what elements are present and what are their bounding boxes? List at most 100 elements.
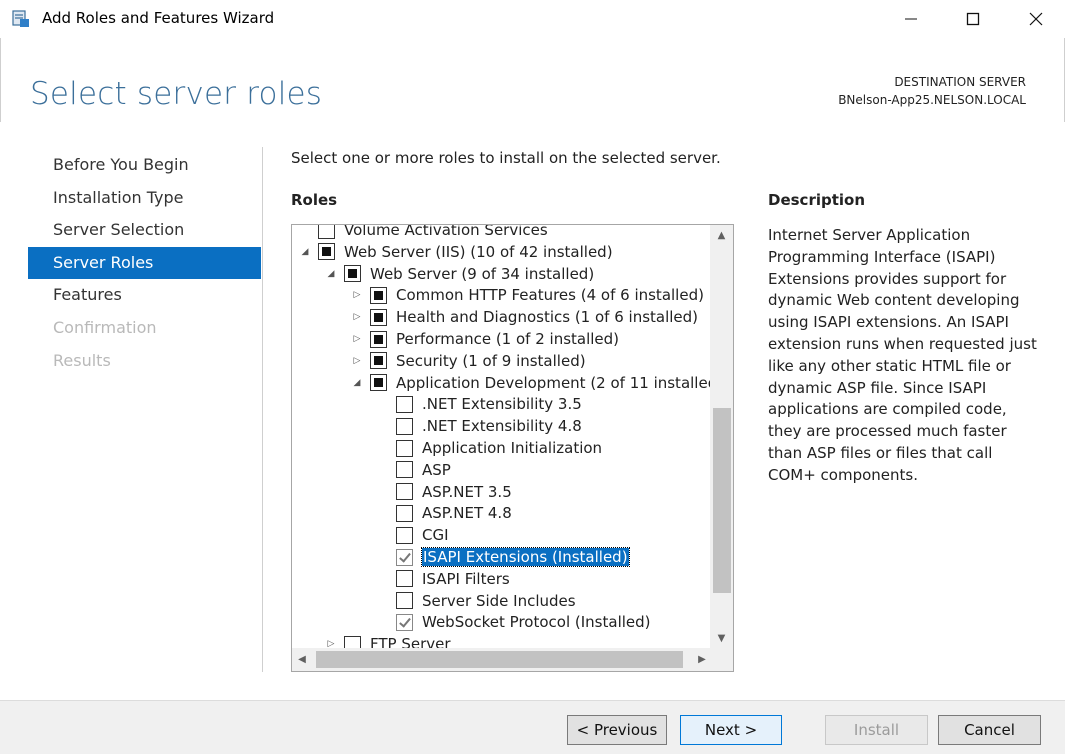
role-tree-item[interactable]: ISAPI Filters: [376, 568, 510, 590]
role-label: .NET Extensibility 4.8: [422, 417, 582, 436]
role-tree-item[interactable]: ◢ Web Server (9 of 34 installed): [324, 263, 595, 285]
role-tree-item[interactable]: ◢ Web Server (IIS) (10 of 42 installed): [298, 241, 613, 263]
role-label: ASP.NET 4.8: [422, 504, 512, 523]
role-checkbox[interactable]: [318, 225, 335, 239]
cancel-button[interactable]: Cancel: [938, 715, 1041, 745]
role-checkbox[interactable]: [370, 286, 387, 304]
role-tree-item[interactable]: ▷ Health and Diagnostics (1 of 6 installe…: [350, 306, 699, 328]
role-tree-item[interactable]: WebSocket Protocol (Installed): [376, 611, 651, 633]
role-checkbox[interactable]: [396, 483, 413, 501]
roles-heading: Roles: [291, 191, 338, 209]
collapsed-arrow-icon[interactable]: ▷: [324, 637, 338, 648]
role-checkbox[interactable]: [396, 504, 413, 522]
scroll-up-icon[interactable]: ▲: [710, 225, 733, 245]
scroll-left-icon[interactable]: ◀: [292, 648, 312, 671]
close-button[interactable]: [1013, 0, 1059, 38]
window-title: Add Roles and Features Wizard: [42, 9, 275, 27]
scroll-down-icon[interactable]: ▼: [710, 628, 733, 648]
expanded-arrow-icon[interactable]: ◢: [298, 245, 312, 259]
role-checkbox[interactable]: [370, 352, 387, 370]
nav-item-results: Results: [53, 350, 111, 370]
role-tree-item[interactable]: ▷ Common HTTP Features (4 of 6 installed): [350, 284, 704, 306]
role-label: Performance (1 of 2 installed): [396, 330, 620, 348]
nav-item-features[interactable]: Features: [28, 279, 261, 312]
expanded-arrow-icon[interactable]: ◢: [350, 376, 364, 390]
role-label: ASP: [422, 460, 451, 479]
role-label: Application Initialization: [422, 439, 603, 457]
minimize-button[interactable]: [888, 0, 934, 38]
role-checkbox[interactable]: [396, 548, 413, 566]
role-tree-item[interactable]: ▷ FTP Server: [324, 633, 451, 648]
role-label: FTP Server: [370, 635, 451, 648]
role-checkbox[interactable]: [396, 439, 413, 457]
role-checkbox[interactable]: [344, 635, 361, 648]
role-checkbox[interactable]: [396, 526, 413, 544]
nav-item-before-you-begin[interactable]: Before You Begin: [28, 149, 261, 182]
role-tree-item[interactable]: ◢ Application Development (2 of 11 instal…: [350, 372, 710, 394]
role-checkbox[interactable]: [396, 570, 413, 588]
maximize-button[interactable]: [950, 0, 996, 38]
role-tree-item[interactable]: Volume Activation Services: [298, 225, 548, 241]
destination-server-name: BNelson-App25.NELSON.LOCAL: [838, 93, 1026, 107]
instruction-text: Select one or more roles to install on t…: [291, 149, 721, 167]
role-tree-item[interactable]: ASP: [376, 459, 451, 481]
scroll-right-icon[interactable]: ▶: [692, 648, 712, 671]
vertical-scroll-thumb[interactable]: [713, 408, 731, 593]
sidebar-divider: [262, 147, 263, 672]
role-label: Server Side Includes: [422, 591, 576, 610]
role-tree-item[interactable]: Application Initialization: [376, 437, 602, 459]
maximize-icon: [966, 12, 980, 26]
role-tree-item[interactable]: ASP.NET 3.5: [376, 481, 512, 503]
horizontal-scrollbar[interactable]: ◀ ▶: [292, 648, 710, 671]
role-checkbox[interactable]: [396, 417, 413, 435]
role-tree-item[interactable]: .NET Extensibility 3.5: [376, 393, 582, 415]
role-checkbox[interactable]: [396, 613, 413, 631]
role-checkbox[interactable]: [370, 374, 387, 392]
role-label: Web Server (9 of 34 installed): [370, 264, 595, 283]
server-manager-icon: [11, 9, 31, 29]
role-checkbox[interactable]: [370, 308, 387, 326]
description-text: Internet Server Application Programming …: [768, 226, 1037, 484]
role-checkbox[interactable]: [396, 395, 413, 413]
role-checkbox[interactable]: [396, 461, 413, 479]
role-label: Web Server (IIS) (10 of 42 installed): [344, 242, 613, 261]
previous-button[interactable]: < Previous: [567, 715, 667, 745]
role-checkbox[interactable]: [318, 243, 335, 261]
role-tree-item[interactable]: ▷ Performance (1 of 2 installed): [350, 328, 620, 350]
role-checkbox[interactable]: [344, 265, 361, 283]
role-label: Health and Diagnostics (1 of 6 installed…: [396, 308, 699, 327]
role-label: ISAPI Filters: [422, 569, 510, 588]
description-heading: Description: [768, 191, 866, 209]
role-tree-item[interactable]: ASP.NET 4.8: [376, 502, 512, 524]
roles-tree[interactable]: Volume Activation Services ◢ Web Server (I…: [291, 224, 734, 672]
next-button[interactable]: Next >: [680, 715, 782, 745]
install-button: Install: [825, 715, 928, 745]
role-tree-item[interactable]: .NET Extensibility 4.8: [376, 415, 582, 437]
role-tree-item[interactable]: CGI: [376, 524, 449, 546]
role-tree-item[interactable]: Server Side Includes: [376, 590, 576, 612]
nav-item-server-roles[interactable]: Server Roles: [28, 246, 261, 280]
role-tree-item[interactable]: ▷ Security (1 of 9 installed): [350, 350, 586, 372]
expanded-arrow-icon[interactable]: ◢: [324, 267, 338, 281]
scrollbar-corner: [710, 648, 733, 671]
collapsed-arrow-icon[interactable]: ▷: [350, 354, 364, 368]
minimize-icon: [905, 18, 917, 20]
vertical-scrollbar[interactable]: ▲ ▼: [710, 225, 733, 648]
horizontal-scroll-thumb[interactable]: [316, 651, 683, 668]
role-checkbox[interactable]: [370, 330, 387, 348]
role-checkbox[interactable]: [396, 592, 413, 610]
nav-item-installation-type[interactable]: Installation Type: [28, 182, 261, 215]
collapsed-arrow-icon[interactable]: ▷: [350, 310, 364, 324]
collapsed-arrow-icon[interactable]: ▷: [350, 288, 364, 302]
nav-item-server-selection[interactable]: Server Selection: [28, 214, 261, 247]
collapsed-arrow-icon[interactable]: ▷: [350, 332, 364, 346]
role-tree-item[interactable]: ISAPI Extensions (Installed): [376, 546, 630, 568]
page-title: Select server roles: [30, 76, 323, 112]
